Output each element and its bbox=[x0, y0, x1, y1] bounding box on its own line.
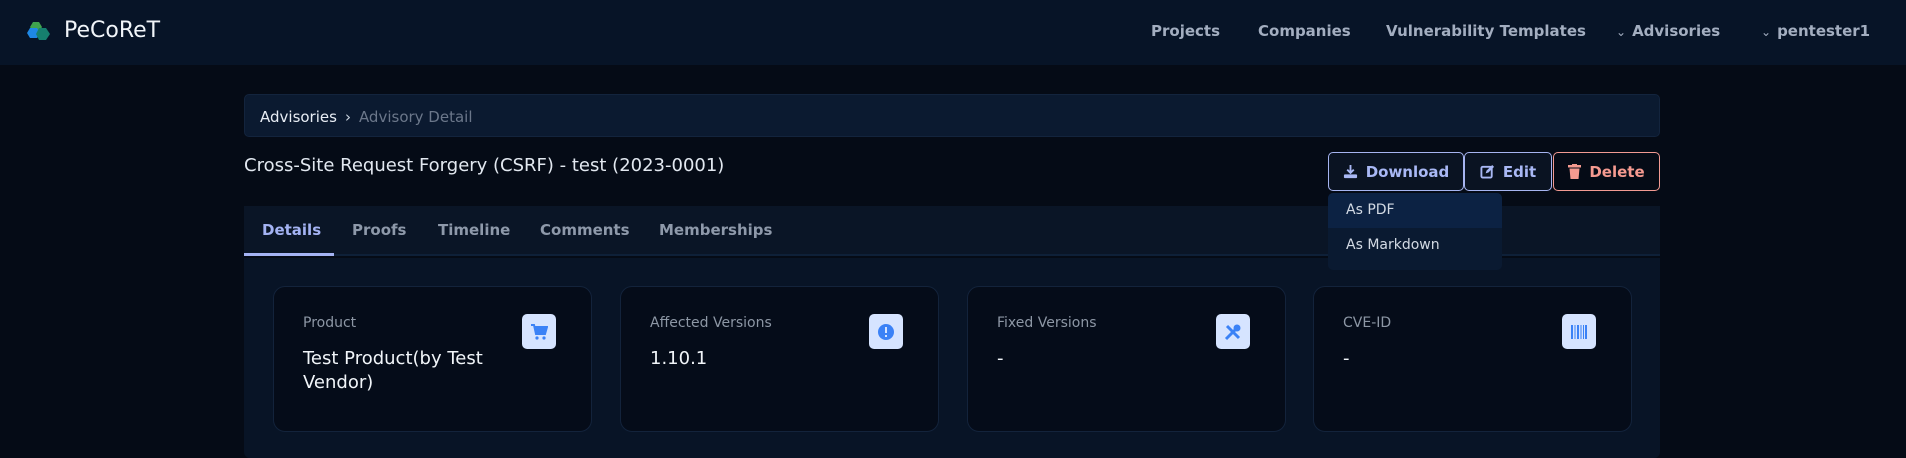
nav-projects[interactable]: Projects bbox=[1151, 22, 1220, 40]
cart-icon bbox=[522, 314, 556, 349]
logo-icon bbox=[27, 22, 50, 40]
delete-button[interactable]: Delete bbox=[1553, 152, 1660, 191]
product-card: Product Test Product(by Test Vendor) bbox=[273, 286, 592, 432]
page-title: Cross-Site Request Forgery (CSRF) - test… bbox=[244, 155, 725, 176]
tab-memberships[interactable]: Memberships bbox=[659, 221, 772, 239]
fixed-versions-card: Fixed Versions - bbox=[967, 286, 1286, 432]
card-value: Test Product(by Test Vendor) bbox=[303, 348, 483, 393]
tab-details[interactable]: Details bbox=[262, 221, 321, 239]
download-icon bbox=[1343, 164, 1357, 179]
card-label: CVE-ID bbox=[1343, 315, 1392, 331]
trash-icon bbox=[1568, 164, 1582, 179]
edit-button[interactable]: Edit bbox=[1464, 152, 1552, 191]
download-button[interactable]: Download bbox=[1328, 152, 1464, 191]
delete-label: Delete bbox=[1589, 162, 1645, 181]
tab-proofs[interactable]: Proofs bbox=[352, 221, 406, 239]
download-label: Download bbox=[1365, 162, 1450, 181]
breadcrumb-current: Advisory Detail bbox=[358, 108, 473, 126]
breadcrumb: Advisories › Advisory Detail bbox=[244, 94, 1660, 137]
barcode-icon bbox=[1562, 314, 1596, 349]
tab-timeline[interactable]: Timeline bbox=[438, 221, 510, 239]
affected-versions-card: Affected Versions 1.10.1 bbox=[620, 286, 939, 432]
nav-vulnerability-templates[interactable]: Vulnerability Templates bbox=[1386, 22, 1586, 40]
edit-label: Edit bbox=[1502, 162, 1537, 181]
download-dropdown-menu: As PDF As Markdown bbox=[1328, 193, 1502, 270]
breadcrumb-advisories[interactable]: Advisories bbox=[260, 108, 337, 126]
card-value: - bbox=[997, 348, 1004, 369]
chevron-right-icon: › bbox=[344, 108, 351, 126]
tools-icon bbox=[1216, 314, 1250, 349]
cve-id-card: CVE-ID - bbox=[1313, 286, 1632, 432]
edit-icon bbox=[1480, 164, 1494, 179]
card-label: Product bbox=[303, 315, 357, 331]
nav-companies[interactable]: Companies bbox=[1258, 22, 1351, 40]
card-value: 1.10.1 bbox=[650, 348, 708, 369]
card-label: Fixed Versions bbox=[997, 315, 1097, 331]
chevron-down-icon: ⌄ bbox=[1616, 25, 1627, 39]
navbar: PeCoReT Projects Companies Vulnerability… bbox=[0, 0, 1906, 65]
user-name: pentester1 bbox=[1777, 22, 1871, 40]
nav-advisories-dropdown[interactable]: ⌄ Advisories bbox=[1616, 22, 1720, 40]
tab-comments[interactable]: Comments bbox=[540, 221, 630, 239]
nav-advisories-label: Advisories bbox=[1632, 22, 1721, 40]
menu-item-as-pdf[interactable]: As PDF bbox=[1328, 193, 1502, 228]
exclamation-icon bbox=[869, 314, 903, 349]
card-value: - bbox=[1343, 348, 1350, 369]
active-tab-indicator bbox=[244, 253, 334, 256]
card-label: Affected Versions bbox=[650, 315, 772, 331]
user-menu[interactable]: ⌄ pentester1 bbox=[1761, 22, 1870, 40]
chevron-down-icon: ⌄ bbox=[1761, 25, 1772, 39]
app-name[interactable]: PeCoReT bbox=[64, 18, 160, 43]
menu-item-as-markdown[interactable]: As Markdown bbox=[1328, 228, 1502, 263]
